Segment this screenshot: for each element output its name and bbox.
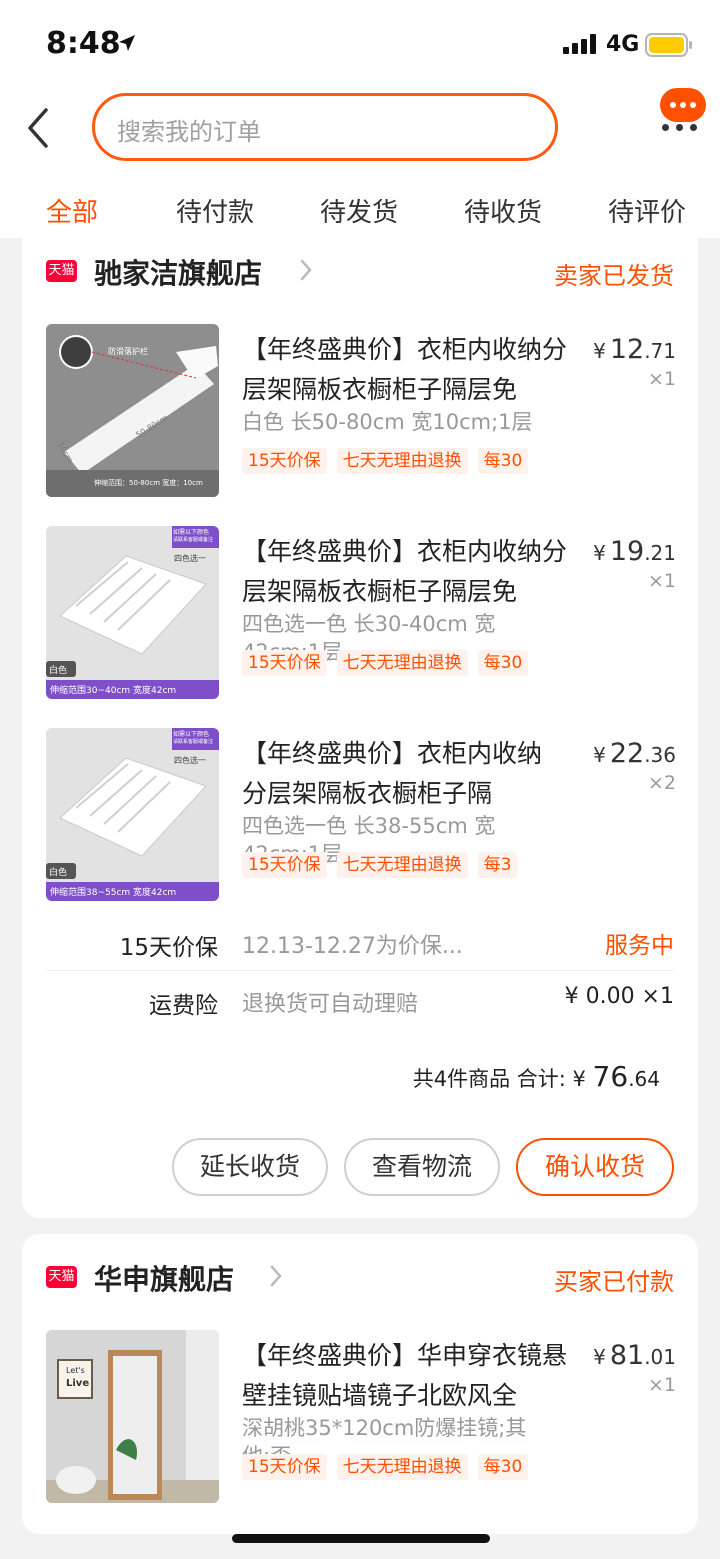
service-tag: 七天无理由退换 [336, 650, 468, 676]
order-card[interactable]: 天猫 驰家洁旗舰店 卖家已发货 防滑落护栏 50-80cm 10cm 伸缩范围：… [22, 238, 698, 1218]
service-label: 15天价保 [119, 935, 218, 961]
mirror-image [46, 1330, 219, 1503]
tmall-badge: 天猫 [46, 260, 77, 282]
service-price: ¥ 0.00 ×1 [564, 984, 674, 1009]
product-thumbnail[interactable]: 如需以下颜色 请联系客服或备注 四色选一 白色 伸缩范围38~55cm 宽度42… [46, 728, 219, 901]
product-price: ¥22.36 [593, 738, 676, 769]
service-tag: 每30 [477, 1454, 529, 1480]
service-tags: 15天价保 七天无理由退换 每3 [242, 852, 562, 878]
shelf-image [46, 526, 219, 699]
product-thumbnail[interactable]: 防滑落护栏 50-80cm 10cm 伸缩范围：50-80cm 宽度：10cm [46, 324, 219, 497]
service-tag: 每30 [477, 448, 529, 474]
home-indicator[interactable] [232, 1534, 490, 1543]
thumb-caption: 伸缩范围：50-80cm 宽度：10cm [94, 479, 203, 487]
service-tag: 七天无理由退换 [336, 852, 468, 878]
service-tags: 15天价保 七天无理由退换 每30 [242, 448, 562, 474]
product-price: ¥12.71 [593, 334, 676, 365]
service-tag: 每30 [477, 650, 529, 676]
thumb-caption: 如需以下颜色 [173, 731, 210, 738]
service-tag: 15天价保 [242, 852, 327, 878]
product-thumbnail[interactable]: Let's Live [46, 1330, 219, 1503]
service-tags: 15天价保 七天无理由退换 每30 [242, 650, 562, 676]
tab-all[interactable]: 全部 [46, 192, 98, 229]
battery-icon [645, 33, 692, 57]
thumb-caption: Let's [66, 1366, 85, 1375]
product-spec: 白色 长50-80cm 宽10cm;1层 [242, 410, 533, 434]
message-icon[interactable] [660, 88, 706, 122]
service-tags: 15天价保 七天无理由退换 每30 [242, 1454, 562, 1480]
view-logistics-button[interactable]: 查看物流 [344, 1138, 500, 1196]
divider [46, 970, 674, 971]
product-quantity: ×1 [647, 368, 676, 390]
product-title[interactable]: 【年终盛典价】华申穿衣镜悬壁挂镜贴墙镜子北欧风全 [242, 1336, 572, 1416]
tab-pending-review[interactable]: 待评价 [608, 192, 686, 229]
product-thumbnail[interactable]: 如需以下颜色 请联系客服或备注 四色选一 白色 伸缩范围30~40cm 宽度42… [46, 526, 219, 699]
more-options-icon[interactable] [660, 124, 700, 134]
service-tag: 七天无理由退换 [336, 448, 468, 474]
thumb-caption: 伸缩范围30~40cm 宽度42cm [50, 686, 177, 696]
order-item[interactable]: 防滑落护栏 50-80cm 10cm 伸缩范围：50-80cm 宽度：10cm … [22, 324, 698, 500]
header: 搜索我的订单 全部 待付款 待发货 待收货 待评价 [0, 88, 720, 238]
order-card[interactable]: 天猫 华申旗舰店 买家已付款 Let's Live 【年终盛典价】华申穿衣镜悬壁… [22, 1234, 698, 1534]
thumb-caption: 白色 [49, 868, 68, 878]
product-title[interactable]: 【年终盛典价】衣柜内收纳分层架隔板衣橱柜子隔 [242, 734, 552, 814]
thumb-caption: 请联系客服或备注 [173, 739, 214, 745]
thumb-caption: 白色 [49, 666, 68, 676]
location-arrow-icon [119, 35, 135, 51]
service-tag: 15天价保 [242, 1454, 327, 1480]
network-label: 4G [606, 32, 640, 57]
product-price: ¥19.21 [593, 536, 676, 567]
service-description: 退换货可自动理赔 [242, 992, 419, 1017]
thumb-caption: Live [66, 1378, 90, 1389]
tab-pending-payment[interactable]: 待付款 [176, 192, 254, 229]
tab-pending-receipt[interactable]: 待收货 [464, 192, 542, 229]
status-time: 8:48 [46, 26, 121, 61]
service-label: 运费险 [149, 993, 218, 1019]
order-status: 买家已付款 [554, 1268, 674, 1296]
confirm-receipt-button[interactable]: 确认收货 [516, 1138, 674, 1196]
thumb-caption: 防滑落护栏 [108, 347, 148, 356]
thumb-caption: 伸缩范围38~55cm 宽度42cm [50, 888, 177, 898]
thumb-caption: 如需以下颜色 [173, 529, 210, 536]
order-status: 卖家已发货 [554, 262, 674, 290]
product-title[interactable]: 【年终盛典价】衣柜内收纳分层架隔板衣橱柜子隔层免 [242, 532, 572, 612]
product-quantity: ×2 [647, 772, 676, 794]
chevron-right-icon[interactable] [298, 258, 314, 282]
service-tag: 15天价保 [242, 650, 327, 676]
service-status: 服务中 [605, 933, 674, 959]
chevron-right-icon[interactable] [268, 1264, 284, 1288]
shelf-image [46, 728, 219, 901]
shop-name[interactable]: 驰家洁旗舰店 [94, 252, 262, 292]
tmall-badge: 天猫 [46, 1266, 77, 1288]
signal-icon [563, 34, 596, 54]
service-description: 12.13-12.27为价保... [242, 934, 463, 959]
search-input[interactable]: 搜索我的订单 [92, 93, 558, 161]
order-item[interactable]: 如需以下颜色 请联系客服或备注 四色选一 白色 伸缩范围38~55cm 宽度42… [22, 728, 698, 904]
thumb-caption: 四色选一 [174, 756, 206, 765]
product-title[interactable]: 【年终盛典价】衣柜内收纳分层架隔板衣橱柜子隔层免 [242, 330, 572, 410]
product-quantity: ×1 [647, 1374, 676, 1396]
tab-pending-shipment[interactable]: 待发货 [320, 192, 398, 229]
back-chevron-icon[interactable] [22, 108, 58, 148]
thumb-caption: 四色选一 [174, 554, 206, 563]
thumb-caption: 请联系客服或备注 [173, 537, 214, 543]
extend-receipt-button[interactable]: 延长收货 [172, 1138, 328, 1196]
shop-name[interactable]: 华申旗舰店 [94, 1258, 234, 1298]
price-protection-row[interactable]: 15天价保 12.13-12.27为价保... 服务中 [46, 922, 674, 962]
order-total: 共4件商品 合计: ¥ 76.64 [412, 1060, 660, 1093]
product-price: ¥81.01 [593, 1340, 676, 1371]
product-quantity: ×1 [647, 570, 676, 592]
service-tag: 15天价保 [242, 448, 327, 474]
search-placeholder: 搜索我的订单 [117, 118, 261, 146]
service-tag: 每3 [477, 852, 518, 878]
order-item[interactable]: Let's Live 【年终盛典价】华申穿衣镜悬壁挂镜贴墙镜子北欧风全 深胡桃3… [22, 1330, 698, 1506]
shipping-insurance-row[interactable]: 运费险 退换货可自动理赔 ¥ 0.00 ×1 [46, 980, 674, 1020]
service-tag: 七天无理由退换 [336, 1454, 468, 1480]
status-bar: 8:48 4G [0, 0, 720, 88]
order-item[interactable]: 如需以下颜色 请联系客服或备注 四色选一 白色 伸缩范围30~40cm 宽度42… [22, 526, 698, 702]
